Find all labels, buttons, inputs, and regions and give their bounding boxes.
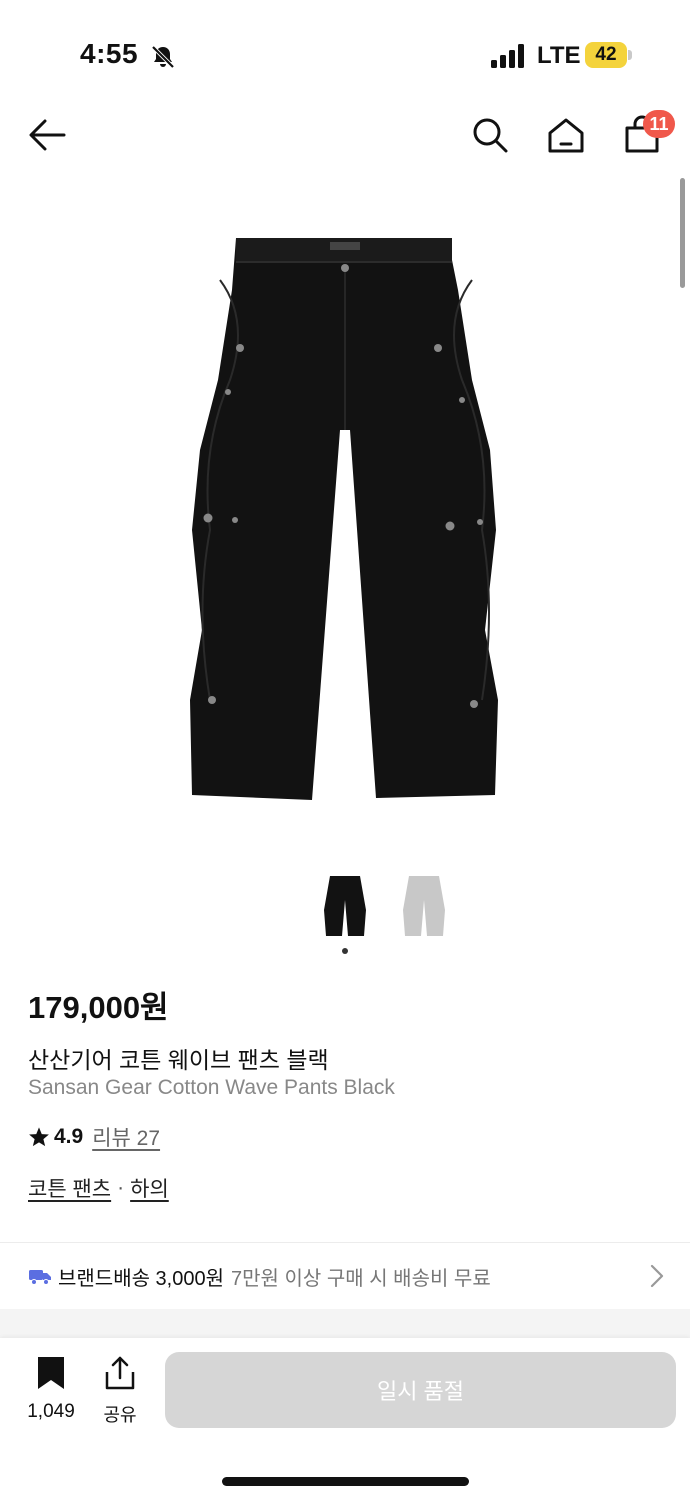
product-price: 179,000원 — [28, 990, 169, 1025]
product-name-en: Sansan Gear Cotton Wave Pants Black — [28, 1076, 395, 1099]
product-name-kr: 산산기어 코튼 웨이브 팬츠 블랙 — [28, 1047, 329, 1073]
bookmark-count: 1,049 — [27, 1401, 75, 1422]
scrollbar[interactable] — [680, 178, 685, 288]
top-nav — [0, 100, 690, 170]
rating-row: 4.9 리뷰 27 — [28, 1123, 160, 1151]
home-indicator[interactable] — [222, 1477, 469, 1486]
battery-icon: 42 — [585, 42, 633, 68]
category-link-cotton-pants[interactable]: 코튼 팬츠 — [28, 1173, 111, 1203]
sold-out-button[interactable]: 일시 품절 — [165, 1352, 676, 1428]
status-time: 4:55 — [80, 38, 139, 69]
product-image — [190, 238, 498, 800]
bell-off-icon — [151, 45, 175, 69]
carousel-indicator — [342, 948, 348, 954]
thumbnail-black[interactable] — [320, 870, 370, 940]
star-icon — [29, 1127, 49, 1147]
signal-icon — [491, 44, 524, 68]
bookmark-icon — [38, 1357, 64, 1389]
section-spacer — [0, 1309, 690, 1339]
share-icon — [105, 1356, 135, 1390]
status-bar: 4:55 LTE 42 — [0, 0, 690, 100]
bottom-action-bar: 1,049 공유 일시 품절 — [0, 1338, 690, 1500]
share-button[interactable]: 공유 — [98, 1356, 142, 1427]
battery-tip — [628, 50, 632, 60]
arrow-left-icon[interactable] — [26, 115, 66, 155]
shipping-free-condition: 7만원 이상 구매 시 배송비 무료 — [231, 1267, 491, 1290]
category-link-bottoms[interactable]: 하의 — [130, 1173, 169, 1203]
battery-level: 42 — [585, 42, 627, 68]
category-separator: · — [117, 1176, 125, 1199]
shipping-info-row[interactable]: 브랜드배송 3,000원 7만원 이상 구매 시 배송비 무료 — [0, 1243, 690, 1309]
rating-value: 4.9 — [54, 1125, 84, 1148]
cart-count-badge: 11 — [643, 110, 675, 138]
home-icon[interactable] — [546, 115, 586, 155]
thumbnail-grey[interactable] — [399, 870, 449, 940]
truck-icon — [29, 1270, 51, 1285]
search-icon[interactable] — [470, 115, 510, 155]
network-type: LTE — [537, 42, 581, 69]
shipping-fee: 브랜드배송 3,000원 — [58, 1267, 225, 1290]
share-label: 공유 — [103, 1405, 137, 1425]
bookmark-button[interactable]: 1,049 — [22, 1356, 80, 1423]
category-breadcrumb: 코튼 팬츠 · 하의 — [28, 1173, 169, 1203]
review-link[interactable]: 리뷰 27 — [92, 1122, 160, 1152]
chevron-right-icon — [650, 1264, 664, 1288]
